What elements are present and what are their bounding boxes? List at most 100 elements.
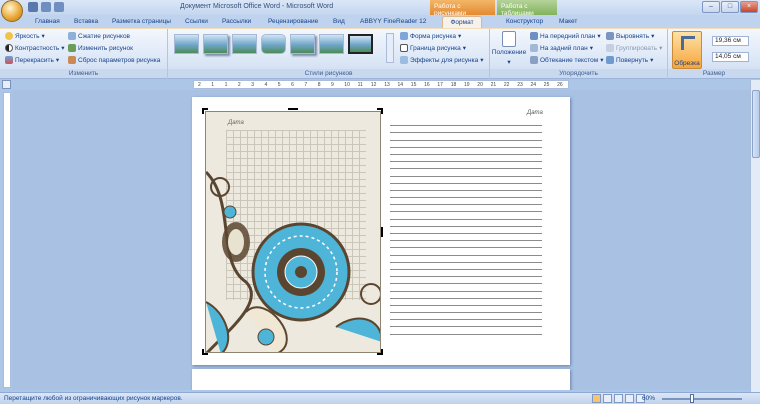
group-picture-styles: Форма рисунка ▾ Граница рисунка ▾ Эффект… [168, 29, 490, 79]
ruler-mark: 23 [517, 82, 523, 88]
style-thumbnail-selected[interactable] [348, 34, 373, 54]
text-line [390, 320, 542, 328]
gallery-scroll[interactable] [386, 33, 394, 63]
close-button[interactable]: × [740, 1, 758, 13]
ruler-mark: 2 [237, 82, 241, 88]
text-wrap-button[interactable]: Обтекание текстом ▾ [530, 56, 603, 64]
document-area[interactable]: Дата Дата [12, 90, 750, 390]
ruler-toggle[interactable] [2, 80, 11, 89]
ruler-mark: 1 [224, 82, 228, 88]
recolor-button[interactable]: Перекрасить ▾ [5, 56, 59, 64]
picture-shape-button[interactable]: Форма рисунка ▾ [400, 32, 461, 40]
outline-view-icon[interactable] [625, 394, 634, 403]
scroll-thumb[interactable] [752, 90, 760, 158]
reset-picture-button[interactable]: Сброс параметров рисунка [68, 56, 160, 64]
ruler-mark: 11 [357, 82, 363, 88]
text-line [390, 241, 542, 249]
ruler-mark: 5 [277, 82, 281, 88]
tab-view[interactable]: Вид [330, 16, 348, 27]
style-thumbnail[interactable] [290, 34, 315, 54]
text-line [390, 169, 542, 177]
status-message: Перетащите любой из ограничивающих рисун… [4, 395, 183, 402]
crop-handle[interactable] [377, 108, 383, 114]
bring-to-front-button[interactable]: На передний план ▾ [530, 32, 601, 40]
zoom-level[interactable]: 60% [642, 395, 655, 402]
window-title: Документ Microsoft Office Word - Microso… [180, 3, 334, 10]
ruler-mark: 6 [291, 82, 294, 88]
group-arrange: Положение ▾ На передний план ▾ На задний … [490, 29, 668, 79]
view-buttons [592, 394, 645, 403]
text-line [390, 177, 542, 184]
style-thumbnail[interactable] [203, 34, 228, 54]
wrap-icon [530, 56, 538, 64]
tab-page-layout[interactable]: Разметка страницы [109, 16, 174, 27]
width-field[interactable]: 14,05 см [712, 52, 749, 62]
vertical-ruler[interactable] [3, 92, 11, 388]
save-icon[interactable] [28, 2, 38, 12]
ruler-mark: 15 [410, 82, 417, 88]
recolor-icon [5, 56, 13, 64]
crop-handle[interactable] [377, 349, 383, 355]
height-field[interactable]: 19,36 см [712, 36, 749, 46]
change-picture-button[interactable]: Изменить рисунок [68, 44, 133, 52]
zoom-slider[interactable] [662, 398, 742, 400]
style-thumbnail[interactable] [319, 34, 344, 54]
picture-border-button[interactable]: Граница рисунка ▾ [400, 44, 466, 52]
minimize-button[interactable]: – [702, 1, 720, 13]
horizontal-ruler[interactable]: 2 1 1 2 3 4 5 6 7 8 9 10 11 12 13 14 15 16 17 18 19 20 21 22 23 2… [193, 80, 569, 89]
crop-handle[interactable] [202, 108, 208, 114]
crop-handle[interactable] [377, 227, 383, 237]
ribbon: Яркость ▾ Контрастность ▾ Перекрасить ▾ … [0, 28, 760, 79]
title-bar: Документ Microsoft Office Word - Microso… [0, 0, 760, 22]
crop-handle[interactable] [288, 108, 298, 114]
tab-layout[interactable]: Макет [556, 16, 580, 27]
send-to-back-button[interactable]: На задний план ▾ [530, 44, 593, 52]
ruler-mark: 3 [251, 82, 254, 88]
text-line [390, 119, 542, 127]
print-layout-view-icon[interactable] [592, 394, 601, 403]
tab-format[interactable]: Формат [442, 16, 482, 28]
crop-handle[interactable] [202, 349, 208, 355]
compress-button[interactable]: Сжатие рисунков [68, 32, 130, 40]
ruler-mark: 7 [304, 82, 308, 88]
picture-effects-button[interactable]: Эффекты для рисунка ▾ [400, 56, 483, 64]
crop-button[interactable]: Обрезка [672, 31, 702, 69]
contrast-button[interactable]: Контрастность ▾ [5, 44, 65, 52]
tab-home[interactable]: Главная [32, 16, 63, 27]
group-label-adjust: Изменить [0, 69, 167, 78]
vertical-scrollbar[interactable] [750, 80, 760, 392]
compress-icon [68, 32, 76, 40]
status-bar: Перетащите любой из ограничивающих рисун… [0, 392, 760, 404]
position-button[interactable]: Положение ▾ [492, 31, 526, 66]
style-thumbnail[interactable] [232, 34, 257, 54]
text-line [390, 212, 542, 220]
office-button[interactable] [1, 0, 23, 22]
text-line [390, 284, 542, 292]
rotate-button[interactable]: Повернуть ▾ [606, 56, 653, 64]
style-thumbnail[interactable] [261, 34, 286, 54]
full-screen-view-icon[interactable] [603, 394, 612, 403]
brightness-button[interactable]: Яркость ▾ [5, 32, 45, 40]
group-adjust: Яркость ▾ Контрастность ▾ Перекрасить ▾ … [0, 29, 168, 79]
effects-icon [400, 56, 408, 64]
tab-abbyy[interactable]: ABBYY FineReader 12 [357, 16, 429, 27]
undo-icon[interactable] [41, 2, 51, 12]
web-view-icon[interactable] [614, 394, 623, 403]
tab-review[interactable]: Рецензирование [265, 16, 321, 27]
contrast-icon [5, 44, 13, 52]
text-line [390, 263, 542, 270]
align-button[interactable]: Выровнять ▾ [606, 32, 654, 40]
ruler-mark: 18 [450, 82, 457, 88]
tab-insert[interactable]: Вставка [71, 16, 101, 27]
zoom-slider-thumb[interactable] [690, 394, 694, 403]
group-button[interactable]: Группировать ▾ [606, 44, 662, 52]
tab-references[interactable]: Ссылки [182, 16, 211, 27]
redo-icon[interactable] [54, 2, 64, 12]
tab-mailings[interactable]: Рассылки [219, 16, 254, 27]
text-line [390, 313, 542, 321]
floral-picture[interactable]: Дата [205, 111, 381, 353]
maximize-button[interactable]: □ [721, 1, 739, 13]
text-line [390, 306, 542, 314]
tab-design[interactable]: Конструктор [503, 16, 546, 27]
style-thumbnail[interactable] [174, 34, 199, 54]
